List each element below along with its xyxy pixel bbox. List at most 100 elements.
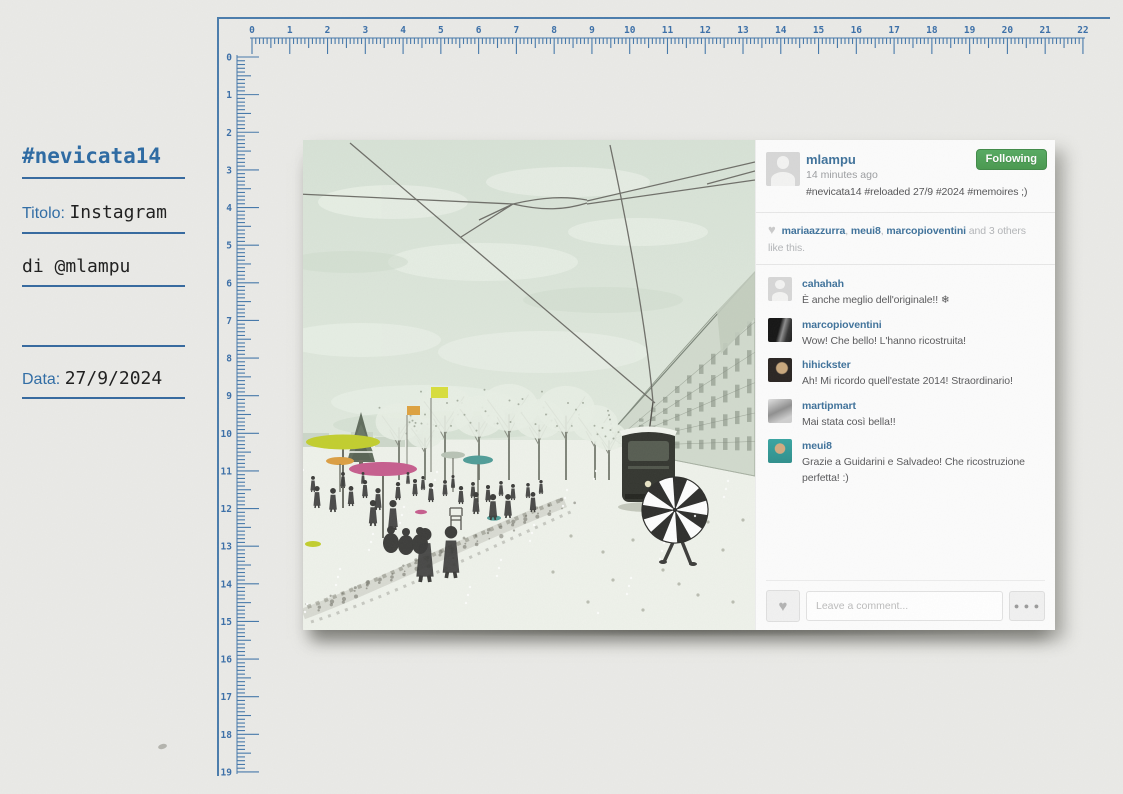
instagram-panel: mlampu 14 minutes ago #nevicata14 #reloa… [755, 140, 1055, 630]
comment-username[interactable]: meui8 [802, 439, 1043, 455]
likes-row: ♥ mariaazzurra, meui8, marcopioventini an… [756, 213, 1055, 264]
svg-text:19: 19 [964, 25, 976, 36]
heart-icon: ♥ [778, 597, 788, 615]
comment-username[interactable]: martipmart [802, 399, 896, 415]
border-line-top [218, 17, 1110, 19]
svg-text:15: 15 [221, 617, 233, 628]
svg-text:20: 20 [1002, 25, 1014, 36]
svg-text:4: 4 [400, 25, 406, 36]
post-photo [303, 140, 755, 630]
hashtag-title: #nevicata14 [22, 144, 162, 168]
commenter-avatar[interactable] [768, 277, 792, 302]
comment-username[interactable]: hihickster [802, 358, 1013, 374]
svg-text:13: 13 [221, 542, 233, 553]
svg-text:5: 5 [226, 241, 232, 252]
svg-text:3: 3 [226, 165, 232, 176]
svg-text:19: 19 [221, 767, 233, 778]
liked-by-user[interactable]: marcopioventini [886, 225, 966, 237]
instagram-post-card: mlampu 14 minutes ago #nevicata14 #reloa… [303, 140, 1055, 637]
mood-board: 0 1 2 3 4 5 6 7 8 9 10 11 12 13 14 15 16 17 18 19 20 21 22 012… [0, 0, 1123, 794]
title-row: Titolo: Instagram [22, 202, 167, 223]
svg-text:6: 6 [476, 25, 482, 36]
svg-text:16: 16 [221, 655, 233, 666]
post-header: mlampu 14 minutes ago #nevicata14 #reloa… [756, 140, 1055, 212]
svg-text:3: 3 [362, 25, 368, 36]
comment-text: Ah! Mi ricordo quell'estate 2014! Straor… [802, 375, 1013, 388]
svg-text:4: 4 [226, 203, 232, 214]
title-label: Titolo: [22, 205, 65, 222]
byline-row: di @mlampu [22, 256, 130, 277]
svg-text:11: 11 [221, 466, 233, 477]
comment-username[interactable]: marcopioventini [802, 318, 966, 334]
comment-input[interactable] [806, 591, 1003, 621]
comment: cahahah È anche meglio dell'originale!! ❄ [768, 277, 1043, 309]
timestamp: 14 minutes ago [806, 169, 878, 181]
byline: di @mlampu [22, 256, 131, 277]
svg-text:17: 17 [888, 25, 899, 36]
comment-text: Wow! Che bello! L'hanno ricostruita! [802, 334, 966, 347]
svg-text:13: 13 [737, 25, 749, 36]
svg-text:6: 6 [226, 278, 232, 289]
svg-text:12: 12 [700, 25, 711, 36]
svg-text:9: 9 [589, 25, 595, 36]
underline [22, 397, 185, 399]
commenter-avatar[interactable] [768, 439, 792, 464]
ruler-vertical: 012345678910111213141516171819 [221, 53, 259, 778]
ruler-horizontal: 0 1 2 3 4 5 6 7 8 9 10 11 12 13 14 15 16 17 18 19 20 21 22 [249, 25, 1089, 54]
comments-list: cahahah È anche meglio dell'originale!! ❄… [756, 265, 1055, 486]
commenter-avatar[interactable] [768, 317, 792, 342]
caption: #nevicata14 #reloaded 27/9 #2024 #memoir… [806, 186, 1028, 198]
comment-text: Grazie a Guidarini e Salvadeo! Che ricos… [802, 456, 1025, 484]
comment-text: È anche meglio dell'originale!! ❄ [802, 294, 950, 307]
svg-text:0: 0 [249, 25, 255, 36]
svg-text:21: 21 [1039, 25, 1051, 36]
svg-text:12: 12 [221, 504, 232, 515]
comment-username[interactable]: cahahah [802, 277, 950, 293]
heart-icon: ♥ [768, 222, 776, 237]
svg-text:18: 18 [221, 730, 233, 741]
svg-text:2: 2 [325, 25, 331, 36]
svg-text:18: 18 [926, 25, 938, 36]
snow-scene-illustration [303, 140, 755, 630]
likes-text: mariaazzurra, meui8, marcopioventini and… [768, 225, 1026, 255]
date-row: Data: 27/9/2024 [22, 368, 162, 389]
comment: meui8 Grazie a Guidarini e Salvadeo! Che … [768, 439, 1043, 486]
svg-text:1: 1 [287, 25, 293, 36]
svg-text:2: 2 [226, 128, 232, 139]
svg-text:14: 14 [775, 25, 787, 36]
date-value: 27/9/2024 [64, 368, 163, 389]
comment: hihickster Ah! Mi ricordo quell'estate 20… [768, 358, 1043, 390]
svg-text:11: 11 [662, 25, 674, 36]
underline-blank [22, 345, 185, 347]
commenter-avatar[interactable] [768, 398, 792, 423]
date-label: Data: [22, 371, 61, 388]
comment-bar: ♥ ● ● ● [766, 580, 1045, 622]
svg-text:8: 8 [226, 354, 232, 365]
svg-text:1: 1 [226, 90, 232, 101]
svg-text:14: 14 [221, 579, 233, 590]
user-avatar[interactable] [766, 152, 800, 186]
wall-speck [157, 742, 168, 751]
comment: martipmart Mai stata così bella!! [768, 398, 1043, 431]
underline [22, 232, 185, 234]
svg-text:22: 22 [1077, 25, 1088, 36]
underline [22, 285, 185, 287]
svg-text:5: 5 [438, 25, 444, 36]
svg-text:9: 9 [226, 391, 232, 402]
like-button[interactable]: ♥ [766, 590, 800, 622]
comment: marcopioventini Wow! Che bello! L'hanno r… [768, 317, 1043, 350]
svg-text:10: 10 [221, 429, 233, 440]
svg-text:8: 8 [551, 25, 557, 36]
liked-by-user[interactable]: meui8 [851, 225, 881, 237]
underline [22, 177, 185, 179]
title-value: Instagram [69, 202, 167, 223]
liked-by-user[interactable]: mariaazzurra [782, 225, 846, 237]
svg-text:17: 17 [221, 692, 232, 703]
commenter-avatar[interactable] [768, 358, 792, 383]
comment-text: Mai stata così bella!! [802, 415, 896, 428]
svg-text:10: 10 [624, 25, 636, 36]
svg-text:15: 15 [813, 25, 825, 36]
following-button[interactable]: Following [975, 149, 1047, 170]
more-options-button[interactable]: ● ● ● [1009, 591, 1045, 621]
svg-text:7: 7 [514, 25, 520, 36]
